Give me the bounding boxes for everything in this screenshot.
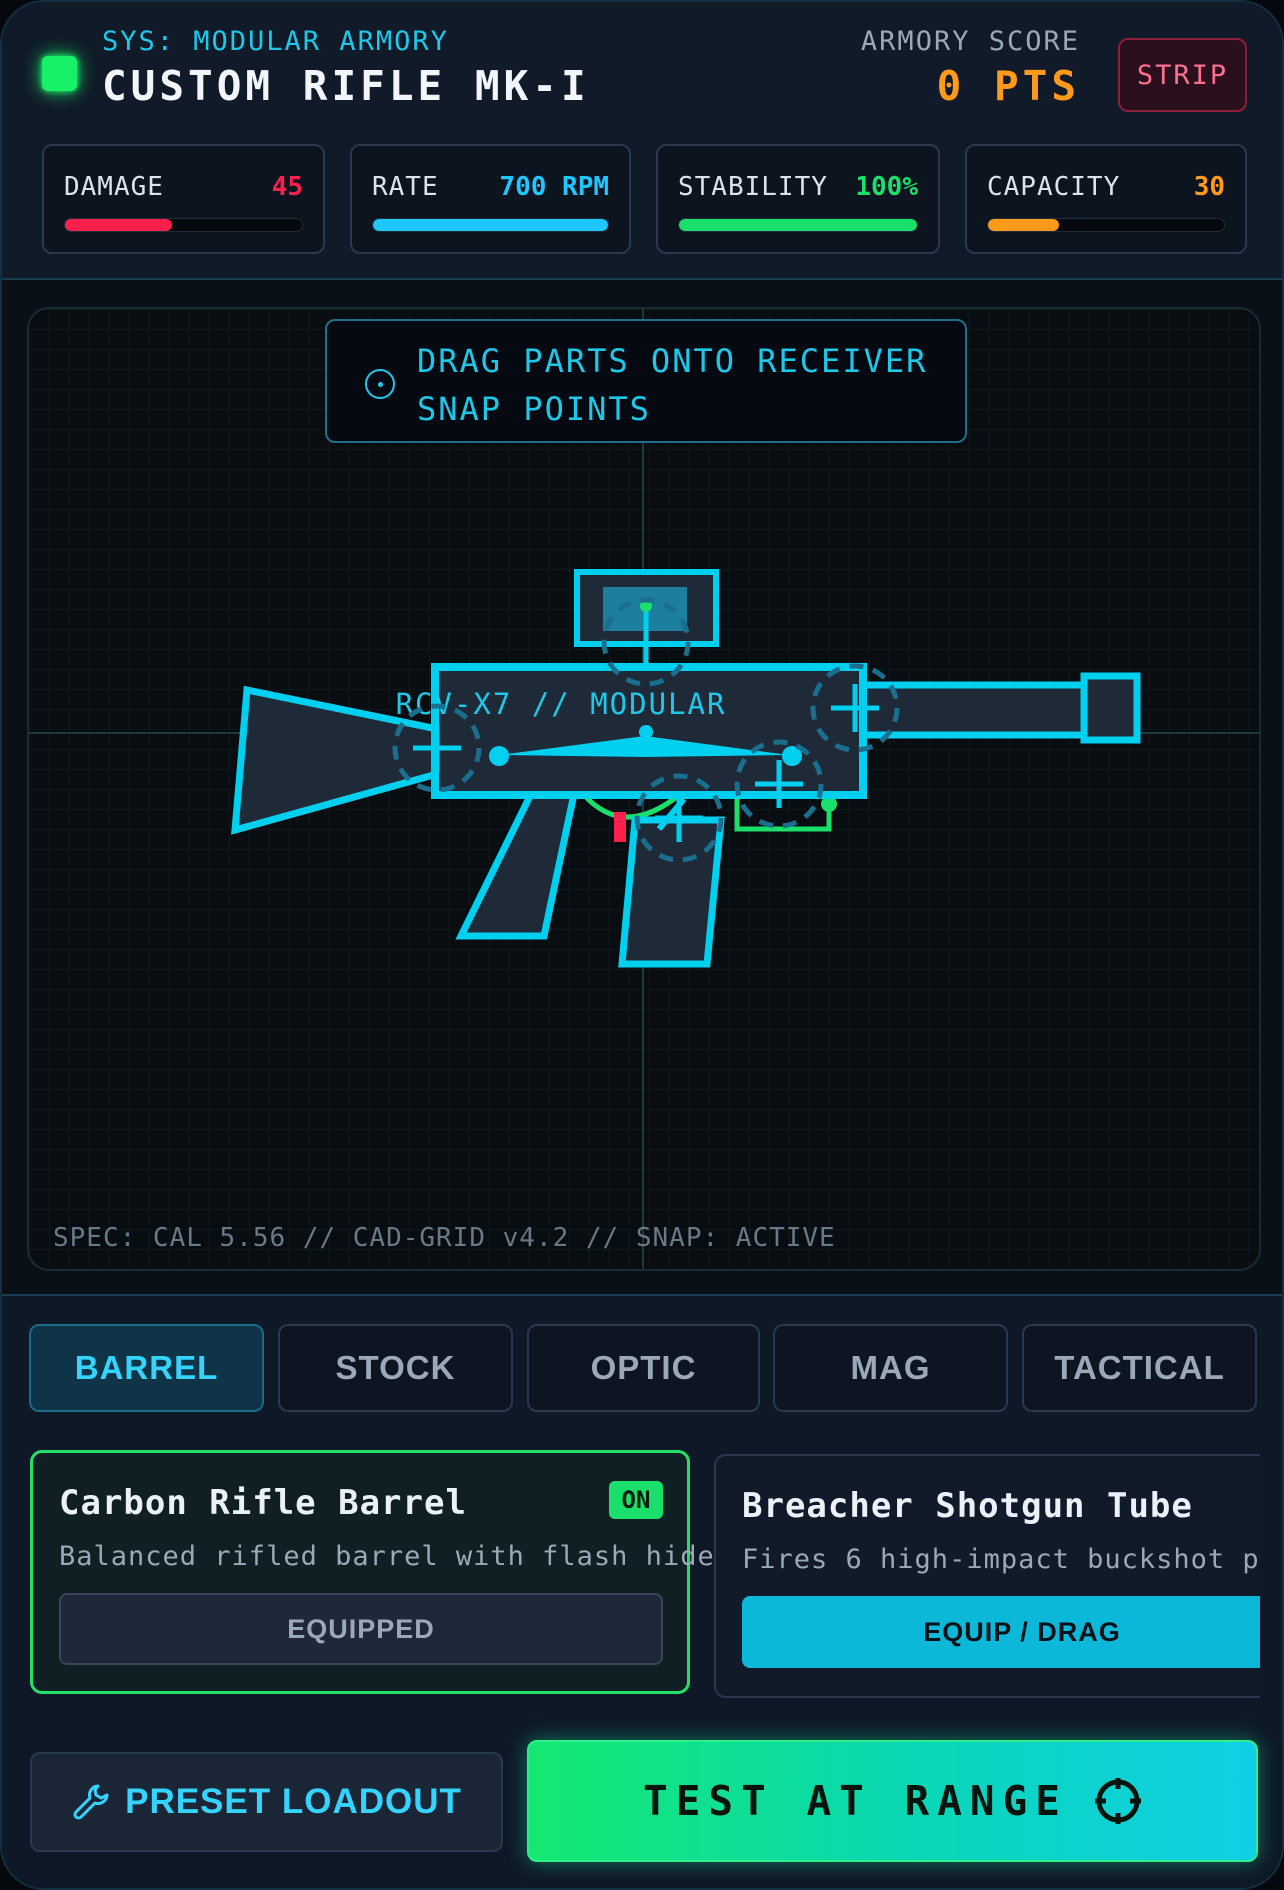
- crosshair-icon: [1094, 1778, 1141, 1824]
- part-name: Carbon Rifle Barrel: [59, 1483, 467, 1523]
- receiver-label: RCV-X7 // MODULAR: [396, 687, 727, 721]
- spec-readout: SPEC: CAL 5.56 // CAD-GRID v4.2 // SNAP:…: [53, 1223, 836, 1253]
- app-frame: SYS: MODULAR ARMORY CUSTOM RIFLE MK-I AR…: [0, 0, 1284, 1890]
- score-value: 0 PTS: [936, 62, 1080, 110]
- stat-bar-fill: [988, 219, 1059, 231]
- range-label: TEST AT RANGE: [643, 1777, 1068, 1825]
- drag-hint: DRAG PARTS ONTO RECEIVER SNAP POINTS: [325, 319, 967, 443]
- stat-bar-fill: [65, 219, 172, 231]
- score-label: ARMORY SCORE: [860, 26, 1080, 57]
- stat-label: DAMAGE: [64, 172, 164, 202]
- stat-capacity: CAPACITY 30: [965, 144, 1247, 254]
- equip-drag-button[interactable]: EQUIP / DRAG: [742, 1596, 1260, 1668]
- tab-tactical[interactable]: TACTICAL: [1022, 1324, 1257, 1412]
- grip-part[interactable]: [455, 790, 579, 940]
- stat-stability: STABILITY 100%: [656, 144, 940, 254]
- test-at-range-button[interactable]: TEST AT RANGE: [527, 1740, 1258, 1862]
- part-card-breacher-shotgun-tube[interactable]: Breacher Shotgun Tube Fires 6 high-impac…: [714, 1454, 1260, 1698]
- stat-value: 45: [271, 172, 303, 202]
- status-led-icon: [42, 56, 77, 91]
- system-label: SYS: MODULAR ARMORY: [102, 26, 449, 57]
- part-card-carbon-rifle-barrel[interactable]: Carbon Rifle Barrel ON Balanced rifled b…: [30, 1450, 748, 1694]
- info-icon: [365, 369, 395, 399]
- hint-text: DRAG PARTS ONTO RECEIVER SNAP POINTS: [417, 337, 937, 433]
- stat-bar-fill: [679, 219, 917, 231]
- stat-label: CAPACITY: [987, 172, 1121, 202]
- stat-label: RATE: [372, 172, 439, 202]
- part-name: Breacher Shotgun Tube: [742, 1486, 1193, 1526]
- header: SYS: MODULAR ARMORY CUSTOM RIFLE MK-I AR…: [2, 2, 1282, 280]
- part-description: Fires 6 high-impact buckshot pellets: [742, 1544, 1260, 1575]
- equipped-badge: ON: [609, 1481, 663, 1519]
- stat-label: STABILITY: [678, 172, 828, 202]
- strip-button[interactable]: STRIP: [1118, 38, 1247, 112]
- part-description: Balanced rifled barrel with flash hider.: [59, 1541, 750, 1572]
- build-workspace[interactable]: RCV-X7 // MODULAR DRAG PARTS ONTO RECEIV…: [27, 307, 1261, 1271]
- tab-barrel[interactable]: BARREL: [29, 1324, 264, 1412]
- muzzle-part[interactable]: [1080, 672, 1141, 744]
- stat-value: 700 RPM: [499, 172, 609, 202]
- preset-label: PRESET LOADOUT: [125, 1782, 462, 1821]
- stat-bar-fill: [373, 219, 608, 231]
- equipped-button[interactable]: EQUIPPED: [59, 1593, 663, 1665]
- stat-bar: [987, 218, 1225, 232]
- stat-bar: [372, 218, 609, 232]
- wrench-icon: [73, 1784, 109, 1820]
- tab-stock[interactable]: STOCK: [278, 1324, 513, 1412]
- tab-mag[interactable]: MAG: [773, 1324, 1008, 1412]
- hint-line: DRAG PARTS ONTO RECEIVER: [417, 342, 928, 380]
- part-cards: Carbon Rifle Barrel ON Balanced rifled b…: [30, 1450, 1260, 1698]
- page-title: CUSTOM RIFLE MK-I: [102, 62, 590, 110]
- stat-value: 30: [1193, 172, 1225, 202]
- parts-panel: BARREL STOCK OPTIC MAG TACTICAL Carbon R…: [2, 1294, 1282, 1888]
- stat-value: 100%: [855, 172, 918, 202]
- stat-rate: RATE 700 RPM: [350, 144, 631, 254]
- tab-optic[interactable]: OPTIC: [527, 1324, 760, 1412]
- stat-bar: [64, 218, 303, 232]
- trigger-part: [614, 812, 626, 842]
- rifle-blueprint: RCV-X7 // MODULAR: [29, 309, 1259, 1269]
- magazine-part[interactable]: [618, 816, 725, 968]
- preset-loadout-button[interactable]: PRESET LOADOUT: [30, 1752, 503, 1852]
- stat-bar: [678, 218, 918, 232]
- stat-damage: DAMAGE 45: [42, 144, 325, 254]
- hint-line: SNAP POINTS: [417, 390, 651, 428]
